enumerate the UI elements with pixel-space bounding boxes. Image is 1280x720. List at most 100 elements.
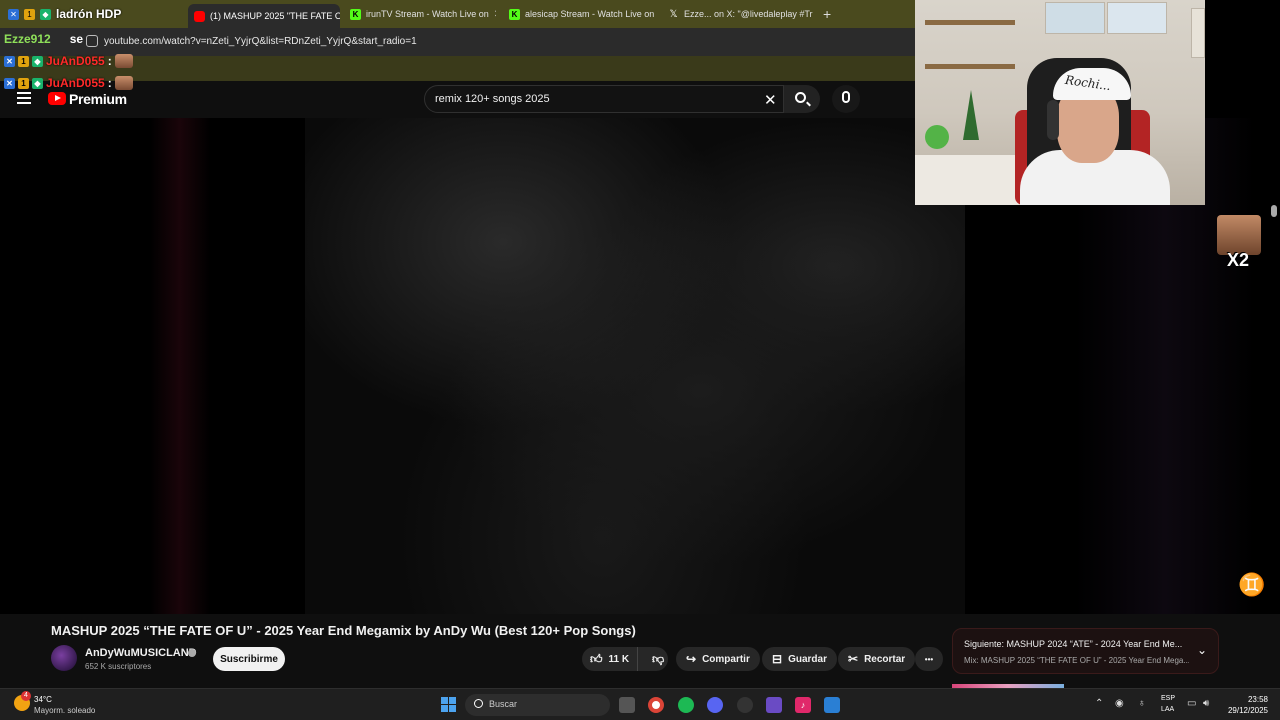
scrollbar[interactable] (1271, 205, 1277, 217)
microphone-icon[interactable]: ♁ (1138, 698, 1146, 709)
tab-label: irunTV Stream - Watch Live on (366, 9, 489, 19)
gemini-icon: ♊ (1238, 572, 1266, 597)
obs-icon[interactable] (737, 697, 753, 713)
badge-icon: 1 (24, 8, 35, 20)
video-info: MASHUP 2025 “THE FATE OF U” - 2025 Year … (0, 614, 1280, 688)
subscriber-count: 652 K suscriptores (85, 662, 152, 671)
clip-button[interactable]: ✂ Recortar (838, 647, 916, 671)
url-field[interactable]: youtube.com/watch?v=nZeti_YyjrQ&list=RDn… (104, 36, 417, 47)
tab-label: (1) MASHUP 2025 "THE FATE OF (210, 11, 340, 21)
badge-icon: 1 (18, 77, 29, 89)
share-label: Compartir (702, 653, 750, 665)
like-button[interactable]: 👍︎ 11 K (582, 647, 638, 671)
plant (963, 90, 979, 140)
emote-icon (114, 54, 133, 68)
tab-label: ladrón HDP (56, 7, 122, 21)
start-button[interactable] (441, 697, 456, 712)
save-label: Guardar (788, 653, 827, 665)
share-button[interactable]: ↪ Compartir (676, 647, 760, 671)
network-icon[interactable]: ◉ (1115, 698, 1124, 709)
speaker-icon[interactable]: 🔊︎ (1203, 698, 1209, 709)
tab-kick-iruntv[interactable]: K irunTV Stream - Watch Live on ✕ (344, 4, 496, 24)
clip-label: Recortar (864, 653, 906, 665)
chrome-icon[interactable] (648, 697, 664, 713)
youtube-header: ✕ 1 ◆ JuAnD055 : Premium remix 120+ song… (0, 76, 915, 118)
youtube-icon (194, 10, 205, 22)
youtube-brand[interactable]: Premium (69, 91, 127, 107)
badge-icon: ✕ (4, 55, 15, 67)
site-info-icon[interactable] (86, 35, 98, 47)
app-icon[interactable] (766, 697, 782, 713)
new-tab-button[interactable]: + (823, 6, 831, 22)
scissors-icon: ✂ (848, 652, 859, 666)
bookmark-icon: ⊟ (772, 652, 783, 666)
keyboard-layout[interactable]: LAA (1161, 706, 1174, 713)
chat-message: : (107, 76, 112, 90)
clock-date[interactable]: 29/12/2025 (1226, 706, 1268, 715)
chat-band: ✕ 1 ◆ JuAnD055 : (0, 54, 915, 81)
avatar[interactable] (51, 645, 77, 671)
language-indicator[interactable]: ESP (1161, 695, 1175, 702)
tiktok-icon[interactable]: ♪ (795, 697, 811, 713)
headset (1047, 100, 1059, 140)
save-button[interactable]: ⊟ Guardar (762, 647, 837, 671)
up-next-panel[interactable]: Siguiente: MASHUP 2024 “ATE” - 2024 Year… (952, 628, 1219, 674)
clock-time[interactable]: 23:58 (1232, 695, 1268, 704)
emote-icon (1217, 215, 1261, 255)
badge-icon: ✕ (8, 8, 19, 20)
chat-username: Ezze912 (4, 32, 51, 46)
search-icon (795, 92, 806, 103)
display-icon[interactable]: ▭ (1187, 698, 1196, 709)
windows-logo-icon (441, 705, 448, 712)
tab-youtube[interactable]: (1) MASHUP 2025 "THE FATE OF ✕ (188, 4, 340, 28)
tab-chat-overlay[interactable]: ✕ 1 ◆ ladrón HDP (2, 4, 188, 24)
x-icon: 𝕏 (669, 8, 678, 20)
tab-label: Ezze... on X: "@livedaleplay #Tr (684, 9, 813, 19)
file-explorer-icon[interactable] (619, 697, 635, 713)
like-count: 11 K (608, 653, 630, 665)
discord-icon[interactable] (707, 697, 723, 713)
tab-x[interactable]: 𝕏 Ezze... on X: "@livedaleplay #Tr ✕ (662, 4, 814, 24)
subscribe-button[interactable]: Suscribirme (213, 647, 285, 671)
frog-figure (925, 125, 949, 149)
badge-icon: ✕ (4, 77, 15, 89)
kick-icon: K (509, 8, 520, 20)
weather-condition: Mayorm. soleado (34, 706, 96, 715)
close-icon[interactable]: ✕ (494, 9, 496, 20)
shelf (925, 20, 1015, 25)
windows-logo-icon (449, 705, 456, 712)
chevron-down-icon[interactable]: ⌄ (1197, 643, 1207, 657)
tab-kick-alesicap[interactable]: K alesicap Stream - Watch Live on ✕ (503, 4, 655, 24)
chevron-up-icon[interactable]: ⌃ (1095, 698, 1103, 709)
video-frame[interactable] (305, 118, 965, 614)
taskbar-search[interactable]: Buscar (465, 694, 610, 716)
search-query: remix 120+ songs 2025 (435, 93, 550, 105)
thumbs-up-icon: 👍︎ (590, 651, 603, 666)
voice-search-button[interactable] (832, 85, 860, 113)
wall-poster (1107, 2, 1167, 34)
wall-poster (1045, 2, 1105, 34)
chat-message: : (107, 54, 112, 68)
video-title: MASHUP 2025 “THE FATE OF U” - 2025 Year … (51, 623, 636, 638)
more-actions-button[interactable]: ••• (915, 647, 943, 671)
windows-logo-icon (441, 697, 448, 704)
thumbs-down-icon[interactable]: 👎︎ (644, 652, 664, 667)
close-icon[interactable]: ✕ (764, 91, 777, 109)
share-icon: ↪ (686, 652, 697, 666)
badge-icon: ◆ (32, 55, 43, 67)
badge-icon: ◆ (40, 8, 51, 20)
verified-icon (188, 649, 196, 657)
up-next-subtitle: Mix: MASHUP 2025 “THE FATE OF U” - 2025 … (964, 656, 1189, 665)
menu-icon[interactable] (17, 92, 31, 104)
search-input[interactable]: remix 120+ songs 2025 ✕ (424, 85, 784, 113)
search-icon (474, 699, 483, 708)
youtube-logo-icon[interactable] (48, 92, 66, 105)
windows-taskbar: 4 34°C Mayorm. soleado Buscar ♪ ⌃ ◉ ♁ ES… (0, 688, 1280, 720)
wall-poster (1191, 8, 1205, 58)
spotify-icon[interactable] (678, 697, 694, 713)
channel-name[interactable]: AnDyWuMUSICLAND (85, 647, 197, 659)
address-bar: Ezze912 se youtube.com/watch?v=nZeti_Yyj… (0, 28, 915, 56)
notepad-icon[interactable] (824, 697, 840, 713)
search-button[interactable] (784, 85, 820, 113)
microphone-icon (842, 91, 850, 103)
